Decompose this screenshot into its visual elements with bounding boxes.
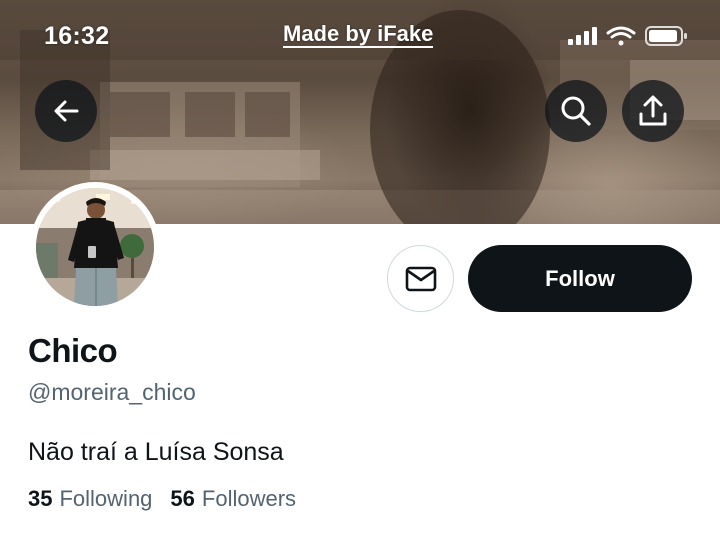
watermark-text: Made by iFake (283, 21, 434, 48)
following-count: 35 (28, 486, 53, 511)
follow-button[interactable]: Follow (468, 245, 692, 312)
back-arrow-icon (54, 100, 79, 122)
followers-count: 56 (170, 486, 195, 511)
mail-icon (405, 266, 436, 291)
search-button[interactable] (545, 80, 607, 142)
status-time: 16:32 (44, 22, 110, 50)
back-button[interactable] (35, 80, 97, 142)
message-button[interactable] (387, 245, 454, 312)
following-label: Following (59, 486, 153, 511)
status-icons (568, 26, 687, 46)
share-icon (639, 95, 667, 126)
wifi-icon (606, 26, 636, 46)
avatar[interactable] (30, 182, 160, 312)
profile-bio: Não traí a Luísa Sonsa (28, 438, 284, 466)
following-stat[interactable]: 35 Following (28, 486, 152, 512)
battery-icon (645, 26, 687, 46)
search-icon (561, 96, 591, 126)
display-name: Chico (28, 332, 118, 369)
share-button[interactable] (622, 80, 684, 142)
profile-stats: 35 Following 56 Followers (28, 486, 296, 512)
followers-label: Followers (201, 486, 297, 511)
avatar-image (36, 188, 154, 306)
cellular-signal-icon (568, 27, 597, 45)
user-handle: @moreira_chico (28, 379, 196, 405)
followers-stat[interactable]: 56 Followers (170, 486, 296, 512)
